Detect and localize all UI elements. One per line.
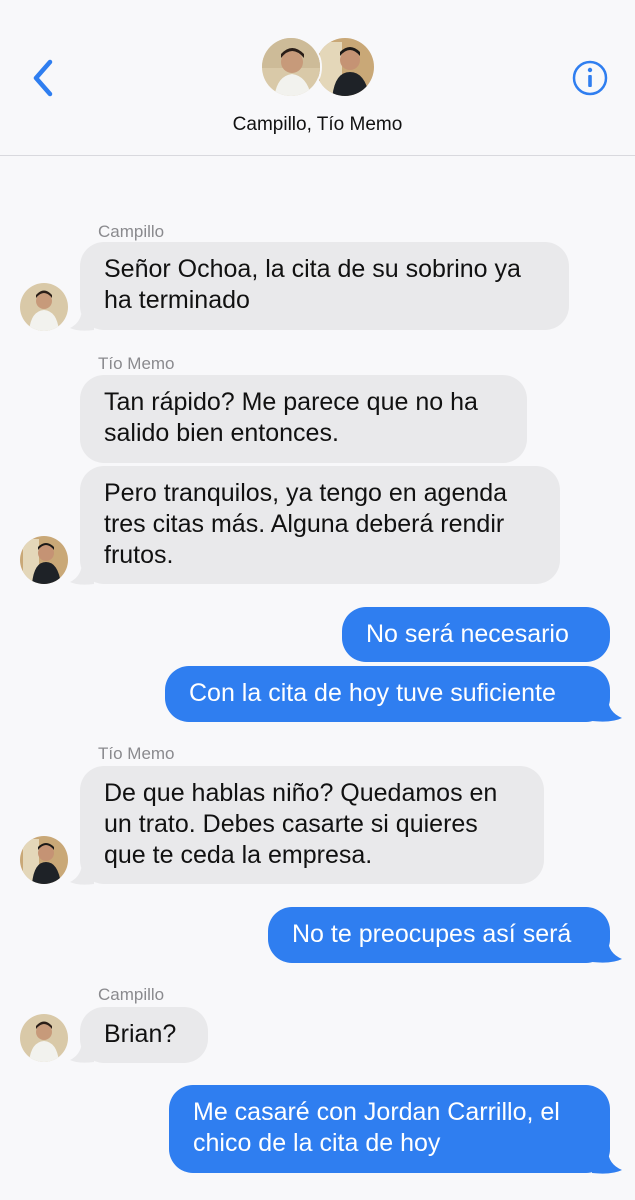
message-bubble-incoming[interactable]: Brian? xyxy=(80,1007,208,1063)
message-bubble-outgoing[interactable]: Me casaré con Jordan Carrillo, el chico … xyxy=(169,1085,610,1173)
message-text: Con la cita de hoy tuve suficiente xyxy=(189,679,556,707)
avatar-campillo xyxy=(260,36,322,98)
message-bubble-outgoing[interactable]: No será necesario xyxy=(342,607,610,662)
sender-label: Campillo xyxy=(98,222,165,241)
avatar-tio-memo[interactable] xyxy=(20,536,68,584)
bubble-tail xyxy=(592,939,622,963)
sender-label: Tío Memo xyxy=(98,354,175,373)
message-text: De que hablas niño? Quedamos en un trato… xyxy=(104,779,498,869)
avatar-campillo[interactable] xyxy=(20,1014,68,1062)
info-icon xyxy=(572,60,608,96)
avatar-campillo[interactable] xyxy=(20,283,68,331)
bubble-tail xyxy=(70,862,94,885)
message-bubble-incoming[interactable]: De que hablas niño? Quedamos en un trato… xyxy=(80,766,544,884)
message-text: No será necesario xyxy=(366,620,569,648)
message-bubble-incoming[interactable]: Tan rápido? Me parece que no ha salido b… xyxy=(80,375,527,463)
message-text: Me casaré con Jordan Carrillo, el chico … xyxy=(193,1098,560,1157)
message-text: Brian? xyxy=(104,1020,177,1048)
avatar-tio-memo xyxy=(314,36,376,98)
bubble-tail xyxy=(70,1040,94,1063)
chevron-left-icon xyxy=(33,59,53,97)
message-bubble-incoming[interactable]: Señor Ochoa, la cita de su sobrino ya ha… xyxy=(80,242,569,330)
bubble-tail xyxy=(592,1150,622,1174)
conversation-header: Campillo, Tío Memo xyxy=(0,0,635,156)
bubble-tail xyxy=(70,562,94,585)
sender-label: Tío Memo xyxy=(98,744,175,763)
message-bubble-outgoing[interactable]: No te preocupes así será xyxy=(268,907,610,963)
message-bubble-incoming[interactable]: Pero tranquilos, ya tengo en agenda tres… xyxy=(80,466,560,584)
message-bubble-outgoing[interactable]: Con la cita de hoy tuve suficiente xyxy=(165,666,610,722)
message-text: Tan rápido? Me parece que no ha salido b… xyxy=(104,388,478,447)
info-button[interactable] xyxy=(572,60,608,96)
message-text: Pero tranquilos, ya tengo en agenda tres… xyxy=(104,479,508,569)
avatar-tio-memo[interactable] xyxy=(20,836,68,884)
bubble-tail xyxy=(592,698,622,722)
group-avatars[interactable] xyxy=(260,36,378,100)
message-text: No te preocupes así será xyxy=(292,920,572,948)
message-text: Señor Ochoa, la cita de su sobrino ya ha… xyxy=(104,255,521,314)
back-button[interactable] xyxy=(28,58,62,98)
conversation-title[interactable]: Campillo, Tío Memo xyxy=(0,114,635,136)
sender-label: Campillo xyxy=(98,985,165,1004)
bubble-tail xyxy=(70,308,94,331)
